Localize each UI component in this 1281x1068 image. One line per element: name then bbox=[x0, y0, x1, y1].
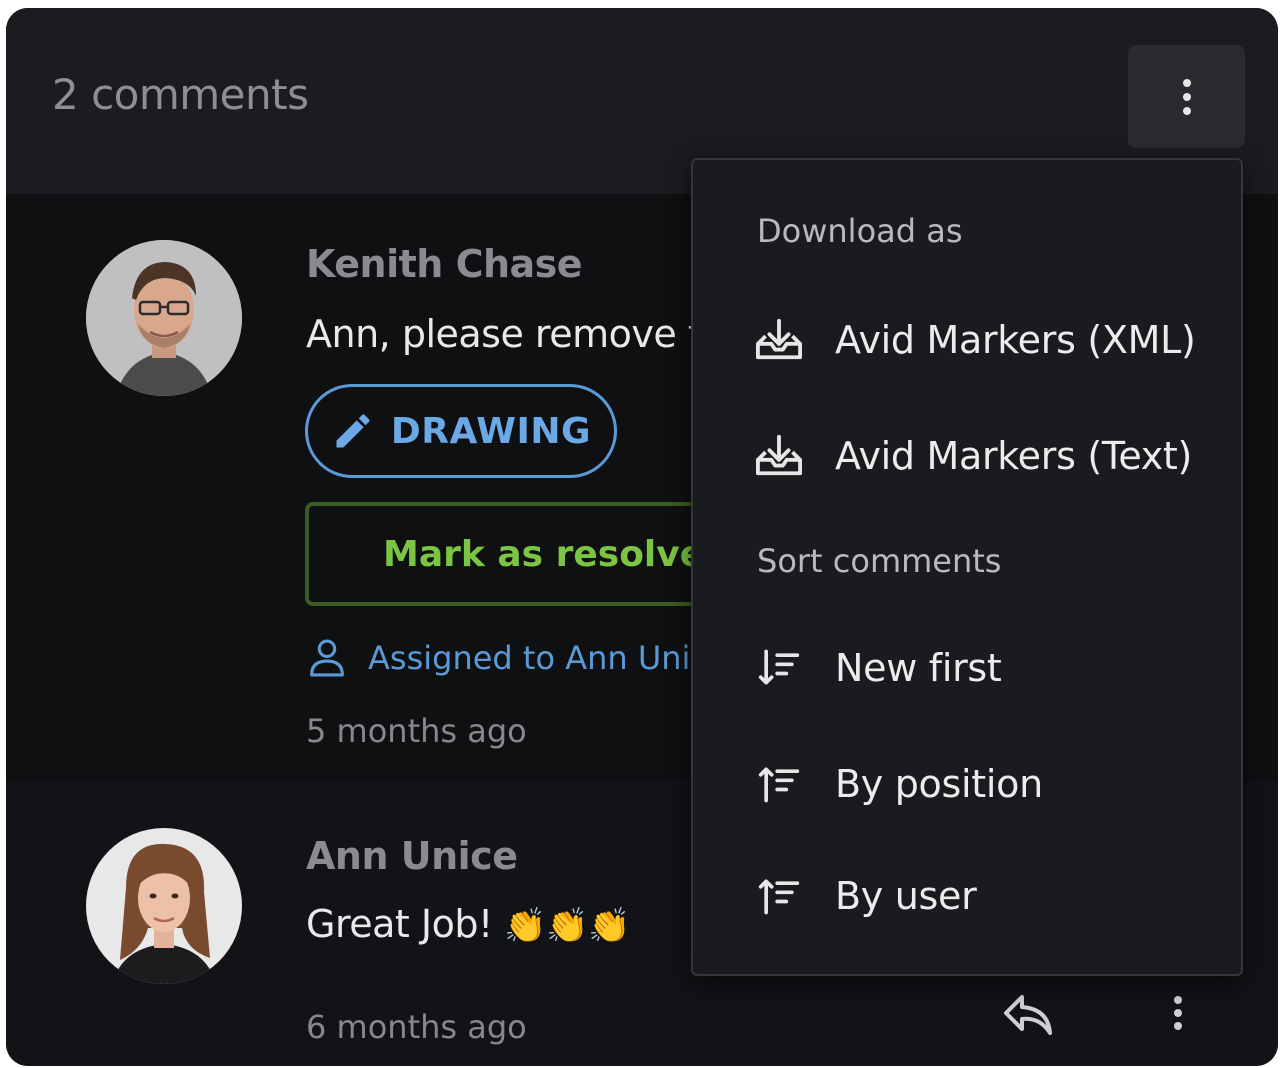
comment-timestamp: 6 months ago bbox=[306, 1008, 527, 1046]
drawing-label: DRAWING bbox=[390, 410, 592, 452]
menu-item-label: New first bbox=[835, 646, 1002, 690]
mark-resolved-button[interactable]: Mark as resolved bbox=[305, 502, 725, 606]
menu-item-by-user[interactable]: By user bbox=[753, 856, 1223, 936]
sort-descending-icon bbox=[753, 642, 805, 694]
menu-item-by-position[interactable]: By position bbox=[753, 744, 1223, 824]
comment-author: Kenith Chase bbox=[306, 242, 583, 286]
pencil-icon bbox=[336, 414, 370, 448]
download-tray-icon bbox=[753, 314, 805, 366]
menu-item-avid-text[interactable]: Avid Markers (Text) bbox=[753, 416, 1223, 496]
menu-item-new-first[interactable]: New first bbox=[753, 628, 1223, 708]
menu-item-avid-xml[interactable]: Avid Markers (XML) bbox=[753, 300, 1223, 380]
kebab-vertical-icon bbox=[1182, 78, 1191, 115]
menu-item-label: By user bbox=[835, 874, 977, 918]
clapping-hands-emoji: 👏👏👏 bbox=[504, 906, 630, 946]
comments-options-menu: Download as Avid Markers (XML) Avid Mark… bbox=[691, 158, 1243, 976]
mark-resolved-label: Mark as resolved bbox=[383, 533, 725, 575]
reply-icon bbox=[1004, 995, 1052, 1035]
sort-section-title: Sort comments bbox=[757, 542, 1002, 580]
menu-item-label: Avid Markers (Text) bbox=[835, 434, 1193, 478]
comment-text: Great Job! 👏👏👏 bbox=[306, 902, 630, 946]
drawing-button[interactable]: DRAWING bbox=[305, 384, 617, 478]
comment-count: 2 comments bbox=[52, 70, 309, 119]
assigned-user-link[interactable]: Assigned to Ann Unice bbox=[308, 638, 728, 678]
menu-item-label: By position bbox=[835, 762, 1043, 806]
comment-text: Ann, please remove th bbox=[306, 312, 726, 356]
comment-menu-button[interactable] bbox=[1174, 996, 1182, 1030]
kebab-vertical-icon bbox=[1174, 996, 1182, 1030]
avatar bbox=[86, 240, 242, 396]
user-icon bbox=[310, 639, 344, 677]
comment-author: Ann Unice bbox=[306, 834, 518, 878]
comments-menu-button[interactable] bbox=[1128, 45, 1245, 148]
comment-timestamp: 5 months ago bbox=[306, 712, 527, 750]
download-tray-icon bbox=[753, 430, 805, 482]
reply-button[interactable] bbox=[1002, 991, 1054, 1043]
menu-item-label: Avid Markers (XML) bbox=[835, 318, 1196, 362]
sort-ascending-icon bbox=[753, 870, 805, 922]
sort-ascending-icon bbox=[753, 758, 805, 810]
download-section-title: Download as bbox=[757, 212, 963, 250]
assigned-label: Assigned to Ann Unice bbox=[368, 639, 728, 677]
comment-text-content: Great Job! bbox=[306, 902, 493, 946]
avatar bbox=[86, 828, 242, 984]
